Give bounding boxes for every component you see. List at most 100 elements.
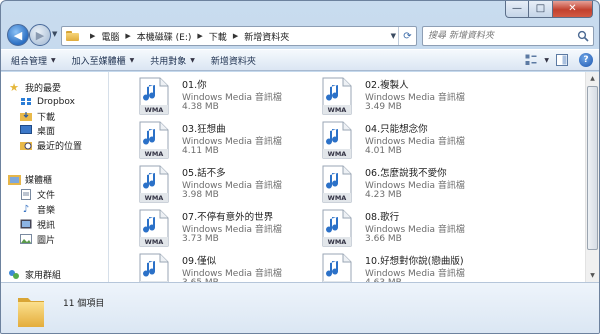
file-list-pane: WMA 01.你 Windows Media 音訊檔 4.38 MB WMA 02.複製人… — [109, 72, 599, 282]
chevron-right-icon[interactable]: ▶ — [90, 32, 95, 40]
file-name: 04.只能想念你 — [365, 124, 428, 135]
maximize-button[interactable]: □ — [529, 1, 553, 18]
file-item[interactable]: WMA 05.話不多 Windows Media 音訊檔 3.98 MB — [137, 163, 327, 203]
search-input[interactable] — [423, 27, 573, 45]
file-item[interactable]: WMA 01.你 Windows Media 音訊檔 4.38 MB — [137, 75, 327, 115]
nav-dropbox[interactable]: Dropbox — [19, 95, 75, 109]
forward-arrow-icon: ▶ — [35, 28, 45, 42]
search-box — [422, 26, 594, 46]
forward-button[interactable]: ▶ — [29, 24, 51, 46]
file-item[interactable]: WMA 03.狂想曲 Windows Media 音訊檔 4.11 MB — [137, 119, 327, 159]
refresh-button[interactable]: ⟳ — [398, 27, 416, 45]
documents-icon — [19, 188, 33, 200]
chevron-down-icon: ▼ — [190, 56, 195, 64]
nav-recent-places[interactable]: 最近的位置 — [19, 138, 82, 152]
share-button[interactable]: 共用對象 ▼ — [150, 54, 195, 67]
nav-videos[interactable]: 視訊 — [19, 217, 55, 231]
back-button[interactable]: ◀ — [7, 24, 29, 46]
vertical-scrollbar[interactable]: ▲ ▼ — [585, 72, 599, 282]
folder-icon — [18, 298, 44, 327]
view-options-dropdown[interactable]: ▼ — [540, 57, 549, 64]
breadcrumb-new-folder[interactable]: 新增資料夾 — [244, 30, 289, 43]
file-name: 10.好想對你說(戀曲版) — [365, 256, 464, 267]
homegroup-icon — [7, 268, 21, 280]
file-size: 4.01 MB — [365, 146, 402, 156]
details-pane: 11 個項目 — [1, 282, 599, 333]
nav-favorites[interactable]: ★ 我的最愛 — [7, 80, 61, 94]
svg-text:WMA: WMA — [328, 106, 347, 114]
scroll-thumb[interactable] — [587, 86, 598, 250]
nav-desktop-label: 桌面 — [37, 126, 56, 137]
minimize-button[interactable]: — — [505, 1, 529, 18]
music-icon: ♪ — [22, 203, 30, 215]
wma-file-icon: WMA — [139, 121, 169, 159]
nav-documents[interactable]: 文件 — [19, 187, 55, 201]
file-item[interactable]: WMA 07.不停有意外的世界 Windows Media 音訊檔 3.73 MB — [137, 207, 327, 247]
add-to-library-label: 加入至媒體櫃 — [71, 56, 126, 67]
file-size: 4.38 MB — [182, 102, 219, 112]
file-item[interactable]: WMA 02.複製人 Windows Media 音訊檔 3.49 MB — [320, 75, 510, 115]
file-item[interactable]: WMA09.僅似Windows Media 音訊檔3.65 MB — [137, 251, 327, 282]
nav-pictures[interactable]: 圖片 — [19, 232, 55, 246]
breadcrumb-drive[interactable]: 本機磁碟 (E:) — [137, 30, 192, 43]
scroll-up-icon[interactable]: ▲ — [586, 72, 599, 85]
file-item[interactable]: WMA 08.歌行 Windows Media 音訊檔 3.66 MB — [320, 207, 510, 247]
organize-button[interactable]: 組合管理 ▼ — [11, 54, 56, 67]
breadcrumb-downloads[interactable]: 下載 — [209, 30, 227, 43]
change-view-button[interactable] — [524, 53, 538, 67]
svg-text:WMA: WMA — [145, 106, 164, 114]
wma-file-icon: WMA — [139, 209, 169, 247]
explorer-window: — □ ✕ ◀ ▶ ▼ ▶ 電腦 ▶ 本機磁碟 (E:) ▶ 下載 ▶ 新增資料… — [0, 0, 600, 334]
help-button[interactable]: ? — [579, 53, 593, 67]
svg-text:WMA: WMA — [328, 150, 347, 158]
file-name: 08.歌行 — [365, 212, 400, 223]
downloads-folder-icon — [19, 110, 33, 122]
address-bar[interactable]: ▶ 電腦 ▶ 本機磁碟 (E:) ▶ 下載 ▶ 新增資料夾 ▼ ⟳ — [61, 26, 417, 46]
close-button[interactable]: ✕ — [553, 1, 593, 18]
nav-recent-label: 最近的位置 — [37, 141, 83, 152]
breadcrumb-computer[interactable]: 電腦 — [101, 30, 119, 43]
new-folder-label: 新增資料夾 — [210, 56, 256, 67]
preview-pane-button[interactable] — [555, 53, 569, 67]
caption-buttons: — □ ✕ — [505, 1, 593, 19]
nav-music[interactable]: ♪ 音樂 — [19, 202, 55, 216]
chevron-right-icon[interactable]: ▶ — [233, 32, 238, 40]
new-folder-button[interactable]: 新增資料夾 — [211, 54, 256, 67]
pictures-icon — [19, 233, 33, 245]
svg-text:WMA: WMA — [145, 238, 164, 246]
nav-downloads[interactable]: 下載 — [19, 109, 55, 123]
item-count: 11 個項目 — [63, 299, 105, 309]
file-name: 03.狂想曲 — [182, 124, 226, 135]
wma-file-icon: WMA — [322, 77, 352, 115]
nav-music-label: 音樂 — [37, 205, 56, 216]
file-size: 3.66 MB — [365, 234, 402, 244]
chevron-down-icon: ▼ — [544, 56, 549, 64]
search-icon[interactable] — [577, 30, 589, 42]
nav-homegroup[interactable]: 家用群組 — [7, 267, 61, 281]
help-icon: ? — [583, 55, 589, 65]
address-dropdown-icon[interactable]: ▼ — [391, 32, 396, 40]
chevron-right-icon[interactable]: ▶ — [125, 32, 130, 40]
recent-pages-dropdown-icon[interactable]: ▼ — [52, 30, 57, 38]
add-to-library-button[interactable]: 加入至媒體櫃 ▼ — [72, 54, 135, 67]
nav-dropbox-label: Dropbox — [37, 97, 75, 107]
chevron-right-icon[interactable]: ▶ — [197, 32, 202, 40]
file-item[interactable]: WMA 06.怎麼說我不愛你 Windows Media 音訊檔 4.23 MB — [320, 163, 510, 203]
navigation-pane: ★ 我的最愛 Dropbox 下載 桌面 最近的位置 媒體櫃 文件 ♪ 音樂 視… — [1, 72, 109, 282]
wma-file-icon: WMA — [322, 253, 352, 282]
file-item[interactable]: WMA10.好想對你說(戀曲版)Windows Media 音訊檔4.63 MB — [320, 251, 510, 282]
file-size: 3.73 MB — [182, 234, 219, 244]
file-item[interactable]: WMA 04.只能想念你 Windows Media 音訊檔 4.01 MB — [320, 119, 510, 159]
wma-file-icon: WMA — [322, 165, 352, 203]
nav-libraries[interactable]: 媒體櫃 — [7, 172, 52, 186]
file-size: 3.98 MB — [182, 190, 219, 200]
back-arrow-icon: ◀ — [13, 28, 23, 42]
file-size: 4.11 MB — [182, 146, 219, 156]
nav-desktop[interactable]: 桌面 — [19, 123, 55, 137]
folder-icon — [66, 31, 79, 41]
scroll-down-icon[interactable]: ▼ — [586, 269, 599, 282]
nav-downloads-label: 下載 — [37, 112, 56, 123]
nav-homegroup-label: 家用群組 — [25, 270, 62, 281]
nav-videos-label: 視訊 — [37, 220, 56, 231]
file-name: 05.話不多 — [182, 168, 226, 179]
